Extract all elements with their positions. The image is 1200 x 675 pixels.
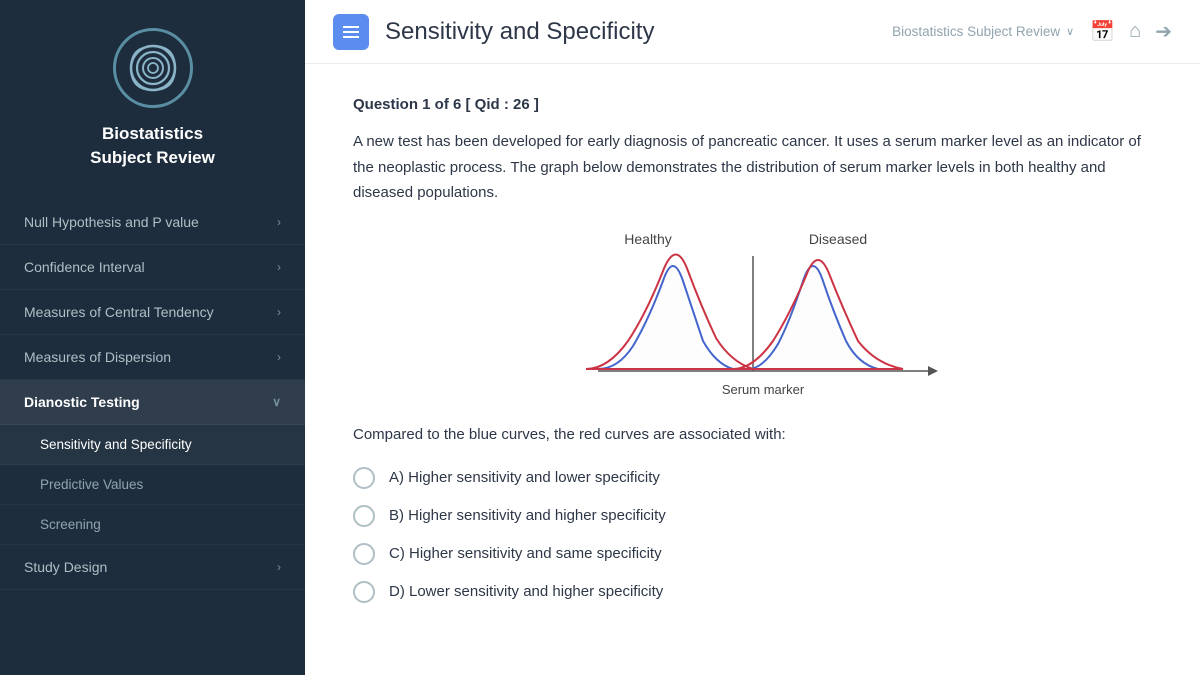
page-title: Sensitivity and Specificity: [385, 18, 892, 46]
chevron-right-icon: ›: [277, 305, 281, 319]
option-a[interactable]: A) Higher sensitivity and lower specific…: [353, 467, 1152, 489]
distribution-chart: Healthy Diseased Serum marker: [568, 226, 938, 401]
sidebar-item-confidence-interval-label: Confidence Interval: [24, 259, 145, 275]
sidebar-item-study-design[interactable]: Study Design ›: [0, 545, 305, 590]
menu-button[interactable]: [333, 14, 369, 50]
sidebar-item-confidence-interval[interactable]: Confidence Interval ›: [0, 245, 305, 290]
header: Sensitivity and Specificity Biostatistic…: [305, 0, 1200, 64]
sidebar-item-null-hypothesis-label: Null Hypothesis and P value: [24, 214, 199, 230]
logo-icon: [123, 38, 183, 98]
sidebar: BiostatisticsSubject Review Null Hypothe…: [0, 0, 305, 675]
option-c-label: C) Higher sensitivity and same specifici…: [389, 545, 662, 562]
option-b-label: B) Higher sensitivity and higher specifi…: [389, 507, 666, 524]
app-title: BiostatisticsSubject Review: [90, 122, 215, 170]
compare-text: Compared to the blue curves, the red cur…: [353, 423, 1152, 447]
header-icons: 📅 ⌂ ➔: [1090, 19, 1172, 44]
sidebar-subitem-predictive-values-label: Predictive Values: [40, 477, 143, 492]
diseased-label: Diseased: [808, 231, 866, 247]
options-list: A) Higher sensitivity and lower specific…: [353, 467, 1152, 603]
logout-icon[interactable]: ➔: [1155, 19, 1172, 44]
sidebar-subitem-predictive-values[interactable]: Predictive Values: [0, 465, 305, 505]
chevron-right-icon: ›: [277, 350, 281, 364]
sidebar-nav: Null Hypothesis and P value › Confidence…: [0, 200, 305, 675]
radio-d[interactable]: [353, 581, 375, 603]
option-d-label: D) Lower sensitivity and higher specific…: [389, 583, 663, 600]
sidebar-subitem-sensitivity-specificity[interactable]: Sensitivity and Specificity: [0, 425, 305, 465]
question-text: A new test has been developed for early …: [353, 129, 1152, 206]
radio-a[interactable]: [353, 467, 375, 489]
sidebar-subitem-screening[interactable]: Screening: [0, 505, 305, 545]
sidebar-item-central-tendency-label: Measures of Central Tendency: [24, 304, 214, 320]
option-c[interactable]: C) Higher sensitivity and same specifici…: [353, 543, 1152, 565]
x-axis-label: Serum marker: [721, 382, 804, 397]
calendar-icon[interactable]: 📅: [1090, 19, 1115, 44]
chevron-down-icon: ∨: [272, 395, 281, 409]
sidebar-subitem-screening-label: Screening: [40, 517, 101, 532]
radio-b[interactable]: [353, 505, 375, 527]
content-area: Question 1 of 6 [ Qid : 26 ] A new test …: [305, 64, 1200, 675]
chevron-right-icon: ›: [277, 215, 281, 229]
chevron-right-icon: ›: [277, 560, 281, 574]
chart-area: Healthy Diseased Serum marker: [353, 226, 1152, 401]
home-icon[interactable]: ⌂: [1129, 20, 1141, 43]
sidebar-item-dispersion[interactable]: Measures of Dispersion ›: [0, 335, 305, 380]
sidebar-item-diagnostic-testing-label: Dianostic Testing: [24, 394, 140, 410]
logo-circle: [113, 28, 193, 108]
option-a-label: A) Higher sensitivity and lower specific…: [389, 469, 660, 486]
breadcrumb[interactable]: Biostatistics Subject Review ∨: [892, 24, 1074, 39]
sidebar-item-study-design-label: Study Design: [24, 559, 107, 575]
breadcrumb-chevron-icon: ∨: [1066, 25, 1074, 38]
sidebar-logo: BiostatisticsSubject Review: [0, 0, 305, 190]
option-d[interactable]: D) Lower sensitivity and higher specific…: [353, 581, 1152, 603]
sidebar-item-diagnostic-testing[interactable]: Dianostic Testing ∨: [0, 380, 305, 425]
sidebar-item-dispersion-label: Measures of Dispersion: [24, 349, 171, 365]
healthy-label: Healthy: [624, 231, 671, 247]
sidebar-item-central-tendency[interactable]: Measures of Central Tendency ›: [0, 290, 305, 335]
hamburger-icon: [343, 31, 359, 33]
sidebar-item-null-hypothesis[interactable]: Null Hypothesis and P value ›: [0, 200, 305, 245]
breadcrumb-text: Biostatistics Subject Review: [892, 24, 1060, 39]
chevron-right-icon: ›: [277, 260, 281, 274]
main-content: Sensitivity and Specificity Biostatistic…: [305, 0, 1200, 675]
radio-c[interactable]: [353, 543, 375, 565]
sidebar-subitem-sensitivity-specificity-label: Sensitivity and Specificity: [40, 437, 192, 452]
question-label: Question 1 of 6 [ Qid : 26 ]: [353, 96, 1152, 113]
option-b[interactable]: B) Higher sensitivity and higher specifi…: [353, 505, 1152, 527]
